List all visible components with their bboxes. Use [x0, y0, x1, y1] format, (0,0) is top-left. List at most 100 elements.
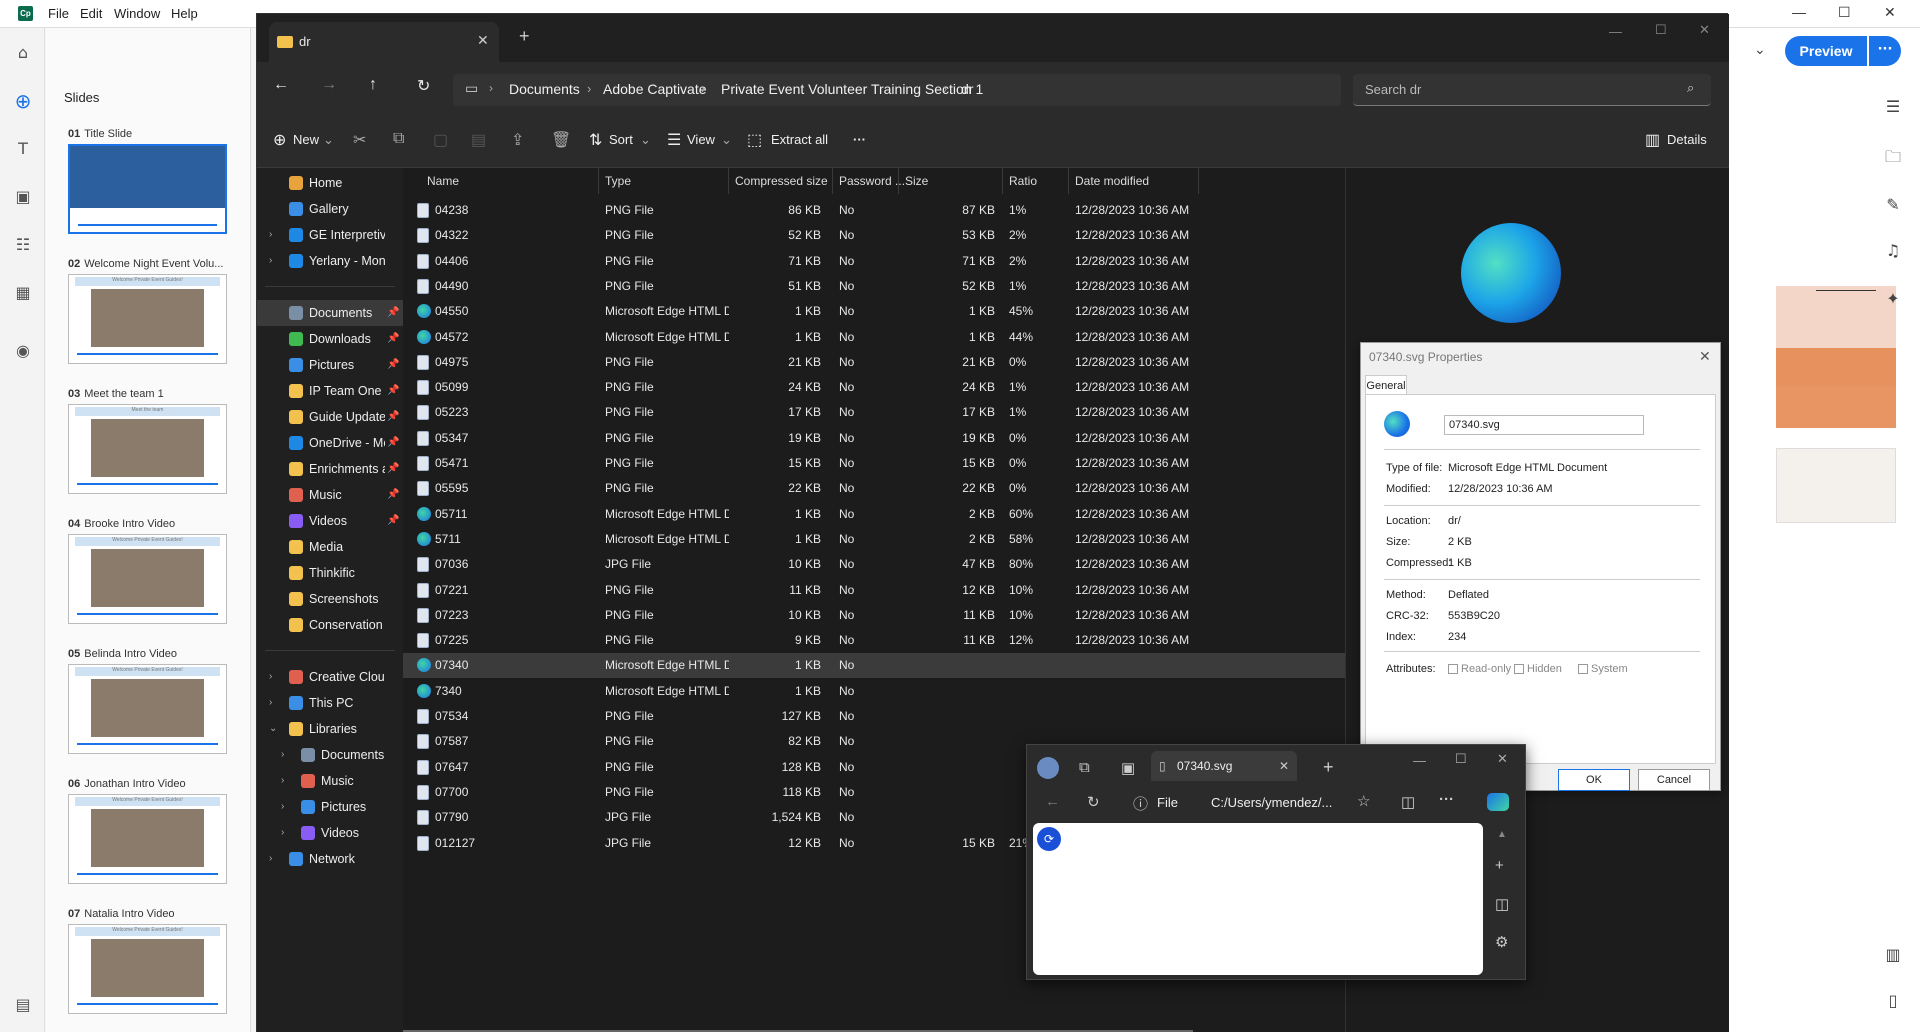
table-row[interactable]: 07221 PNG File 11 KB No 12 KB 10% 12/28/2023 1…	[403, 578, 1345, 603]
text-icon[interactable]: T	[12, 138, 34, 160]
minimize-icon[interactable]: —	[1413, 753, 1426, 768]
address-bar[interactable]: ▭ › Documents › Adobe Captivate › Privat…	[453, 74, 1341, 106]
table-row[interactable]: 04490 PNG File 51 KB No 52 KB 1% 12/28/2023 10…	[403, 274, 1345, 299]
workspaces-icon[interactable]: ⧉	[1079, 759, 1090, 776]
search-input[interactable]: Search dr ⌕	[1353, 74, 1711, 106]
paste-icon[interactable]: ▢	[433, 130, 448, 150]
close-icon[interactable]: ✕	[1699, 348, 1711, 365]
minimize-icon[interactable]: —	[1609, 24, 1622, 39]
record-icon[interactable]: ◉	[12, 340, 34, 362]
table-row[interactable]: 05223 PNG File 17 KB No 17 KB 1% 12/28/2023 10…	[403, 400, 1345, 425]
chevron-right-icon[interactable]: ›	[281, 742, 284, 768]
brush-icon[interactable]: ✎	[1880, 192, 1906, 218]
slide-thumbnail[interactable]: Welcome Private Event Guides!	[68, 794, 227, 884]
table-row[interactable]: 07223 PNG File 10 KB No 11 KB 10% 12/28/2023 1…	[403, 603, 1345, 628]
new-tab-icon[interactable]: +	[1323, 757, 1334, 778]
nav-item[interactable]: › Documents	[257, 742, 403, 768]
table-row[interactable]: 05711 Microsoft Edge HTML Do... 1 KB No 2 KB…	[403, 502, 1345, 527]
nav-item[interactable]: Enrichments ar 📌	[257, 456, 403, 482]
nav-item[interactable]: Documents 📌	[257, 300, 403, 326]
chevron-right-icon[interactable]: ›	[281, 794, 284, 820]
copilot-icon[interactable]	[1487, 793, 1509, 811]
slide-thumbnail[interactable]: Private Event Guide Training	[68, 144, 227, 234]
table-row[interactable]: 07534 PNG File 127 KB No	[403, 704, 1345, 729]
close-icon[interactable]: ✕	[1884, 4, 1896, 21]
more-options-button[interactable]: ···	[853, 132, 866, 147]
pin-icon[interactable]: 📌	[387, 378, 399, 404]
column-header[interactable]: Password ...	[833, 168, 905, 194]
favorite-star-icon[interactable]: ☆	[1357, 792, 1370, 810]
settings-more-icon[interactable]: ···	[1439, 791, 1454, 808]
menu-file[interactable]: File	[48, 6, 69, 21]
nav-item[interactable]: Screenshots	[257, 586, 403, 612]
forward-icon[interactable]: →	[321, 76, 337, 94]
ok-button[interactable]: OK	[1558, 769, 1630, 791]
url-bar[interactable]: C:/Users/ymendez/...	[1211, 795, 1332, 810]
close-tab-icon[interactable]: ✕	[477, 32, 489, 49]
refresh-icon[interactable]: ↻	[1087, 793, 1100, 811]
cancel-button[interactable]: Cancel	[1638, 769, 1710, 791]
preview-button[interactable]: Preview	[1785, 36, 1867, 66]
more-options-button[interactable]: ···	[1869, 36, 1901, 66]
breadcrumb-documents[interactable]: Documents	[509, 81, 580, 97]
menu-window[interactable]: Window	[114, 6, 160, 21]
split-screen-icon[interactable]: ◫	[1401, 793, 1415, 811]
pin-icon[interactable]: 📌	[387, 456, 399, 482]
pin-icon[interactable]: 📌	[387, 300, 399, 326]
nav-item[interactable]: OneDrive - Mor📌	[257, 430, 403, 456]
table-row[interactable]: 05471 PNG File 15 KB No 15 KB 0% 12/28/2023 10…	[403, 451, 1345, 476]
chevron-right-icon[interactable]: ›	[269, 846, 272, 872]
music-icon[interactable]: ♫	[1880, 238, 1906, 264]
table-row[interactable]: 5711 Microsoft Edge HTML Do... 1 KB No 2 KB 5…	[403, 527, 1345, 552]
edge-tab[interactable]: ▯ 07340.svg ✕	[1151, 751, 1297, 781]
table-row[interactable]: 04550 Microsoft Edge HTML Do... 1 KB No 1 KB…	[403, 299, 1345, 324]
extract-all-button[interactable]: Extract all	[771, 132, 828, 147]
sort-button[interactable]: Sort	[609, 132, 633, 147]
media-icon[interactable]: ▣	[12, 186, 34, 208]
nav-item[interactable]: › This PC	[257, 690, 403, 716]
minimize-icon[interactable]: —	[1792, 4, 1806, 20]
tab-actions-icon[interactable]: ▣	[1121, 759, 1135, 777]
nav-item[interactable]: › GE Interpretive - M	[257, 222, 403, 248]
pin-icon[interactable]: 📌	[387, 508, 399, 534]
pin-icon[interactable]: 📌	[387, 482, 399, 508]
add-sidebar-icon[interactable]: +	[1495, 857, 1504, 874]
nav-item[interactable]: › Network	[257, 846, 403, 872]
column-header[interactable]: Type	[599, 168, 729, 194]
table-row[interactable]: 04238 PNG File 86 KB No 87 KB 1% 12/28/2023 10…	[403, 198, 1345, 223]
table-row[interactable]: 07036 JPG File 10 KB No 47 KB 80% 12/28/2023 1…	[403, 552, 1345, 577]
nav-item[interactable]: IP Team One Dr📌	[257, 378, 403, 404]
nav-item[interactable]: Thinkific	[257, 560, 403, 586]
chevron-right-icon[interactable]: ›	[269, 690, 272, 716]
column-header[interactable]: Name	[403, 168, 599, 194]
nav-item[interactable]: Downloads 📌	[257, 326, 403, 352]
table-row[interactable]: 07225 PNG File 9 KB No 11 KB 12% 12/28/2023 10…	[403, 628, 1345, 653]
chevron-right-icon[interactable]: ›	[269, 222, 272, 248]
folder-icon[interactable]: 🗀	[1880, 144, 1906, 170]
nav-item[interactable]: Pictures 📌	[257, 352, 403, 378]
nav-item[interactable]: Guide Updates 📌	[257, 404, 403, 430]
nav-item[interactable]: › Yerlany - Montere	[257, 248, 403, 274]
chevron-down-icon[interactable]: ⌄	[1754, 42, 1766, 58]
table-row[interactable]: 04975 PNG File 21 KB No 21 KB 0% 12/28/2023 10…	[403, 350, 1345, 375]
nav-item[interactable]: › Creative Cloud File	[257, 664, 403, 690]
nav-item[interactable]: Home	[257, 170, 403, 196]
slide-thumbnail[interactable]: Welcome Private Event Guides!	[68, 534, 227, 624]
chevron-right-icon[interactable]: ›	[281, 820, 284, 846]
menu-edit[interactable]: Edit	[80, 6, 102, 21]
table-row[interactable]: 04406 PNG File 71 KB No 71 KB 2% 12/28/2023 10…	[403, 249, 1345, 274]
nav-item[interactable]: › Pictures	[257, 794, 403, 820]
new-tab-icon[interactable]: +	[519, 26, 530, 47]
chevron-right-icon[interactable]: ›	[269, 664, 272, 690]
menu-help[interactable]: Help	[171, 6, 198, 21]
sync-icon[interactable]: ⟳	[1037, 827, 1061, 851]
pin-icon[interactable]: 📌	[387, 326, 399, 352]
add-icon[interactable]: ⊕	[12, 90, 34, 112]
table-row[interactable]: 04322 PNG File 52 KB No 53 KB 2% 12/28/2023 10…	[403, 223, 1345, 248]
table-row[interactable]: 07340 Microsoft Edge HTML Do... 1 KB No	[403, 653, 1345, 679]
table-row[interactable]: 04572 Microsoft Edge HTML Do... 1 KB No 1 KB…	[403, 325, 1345, 350]
document-icon[interactable]: ▯	[1880, 988, 1906, 1014]
column-header[interactable]: Compressed size	[729, 168, 833, 194]
back-icon[interactable]: ←	[1045, 793, 1060, 810]
hidden-checkbox[interactable]: Hidden	[1514, 663, 1562, 675]
